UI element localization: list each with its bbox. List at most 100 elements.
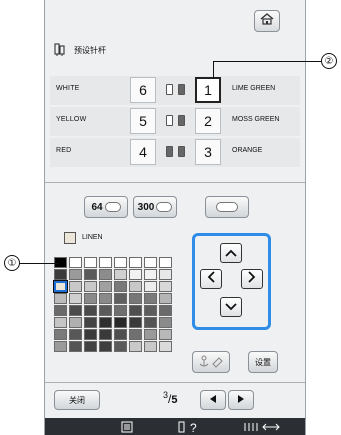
color-cell[interactable]	[69, 329, 82, 340]
color-cell[interactable]	[54, 269, 67, 280]
color-cell[interactable]	[114, 269, 127, 280]
arrow-right-button[interactable]	[241, 269, 263, 289]
divider	[45, 182, 305, 183]
color-cell[interactable]	[129, 317, 142, 328]
color-cell[interactable]	[159, 269, 172, 280]
custom-thread-button[interactable]	[205, 196, 249, 218]
arrow-up-button[interactable]	[220, 243, 242, 263]
color-cell[interactable]	[99, 281, 112, 292]
needle-bar-number[interactable]: 4	[130, 139, 156, 165]
color-cell[interactable]	[84, 305, 97, 316]
current-color-swatch	[64, 232, 76, 244]
color-cell[interactable]	[159, 257, 172, 268]
close-button[interactable]: 关闭	[54, 390, 100, 410]
needle-bar-number[interactable]: 5	[130, 108, 156, 134]
color-cell[interactable]	[114, 281, 127, 292]
color-cell[interactable]	[159, 317, 172, 328]
palette-64-label: 64	[91, 201, 103, 213]
color-cell[interactable]	[144, 293, 157, 304]
color-cell[interactable]	[144, 341, 157, 352]
color-cell[interactable]	[84, 293, 97, 304]
color-cell[interactable]	[159, 305, 172, 316]
next-page-button[interactable]	[228, 390, 254, 410]
help-icon[interactable]: ?	[175, 419, 205, 434]
color-cell[interactable]	[69, 341, 82, 352]
current-color-name: LINEN	[82, 234, 103, 241]
color-cell[interactable]	[129, 341, 142, 352]
needle-bar-number-selected[interactable]: 1	[195, 77, 221, 103]
home-button[interactable]	[254, 10, 280, 32]
color-cell[interactable]	[144, 305, 157, 316]
palette-64-button[interactable]: 64	[84, 196, 128, 218]
color-cell[interactable]	[99, 305, 112, 316]
color-cell[interactable]	[54, 317, 67, 328]
color-cell[interactable]	[144, 281, 157, 292]
color-cell[interactable]	[114, 317, 127, 328]
color-cell[interactable]	[69, 293, 82, 304]
color-cell[interactable]	[129, 281, 142, 292]
color-cell[interactable]	[84, 281, 97, 292]
arrow-left-button[interactable]	[200, 269, 222, 289]
palette-300-label: 300	[137, 201, 155, 213]
needle-bar-row[interactable]: YELLOW 5 2 MOSS GREEN	[50, 107, 300, 136]
color-cell[interactable]	[69, 281, 82, 292]
needle-bar-number[interactable]: 3	[195, 139, 221, 165]
color-cell[interactable]	[159, 329, 172, 340]
color-cell[interactable]	[144, 257, 157, 268]
thread-color-name: ORANGE	[232, 147, 263, 154]
color-cell[interactable]	[54, 305, 67, 316]
color-cell[interactable]	[114, 293, 127, 304]
color-cell[interactable]	[99, 329, 112, 340]
prev-page-button[interactable]	[200, 390, 226, 410]
color-cell-selected[interactable]	[53, 280, 68, 293]
settings-button[interactable]: 设置	[248, 351, 278, 373]
color-cell[interactable]	[54, 329, 67, 340]
chevron-right-icon	[248, 270, 256, 288]
color-cell[interactable]	[144, 317, 157, 328]
color-cell[interactable]	[99, 293, 112, 304]
color-cell[interactable]	[69, 257, 82, 268]
needle-position-icon[interactable]	[241, 419, 285, 434]
divider	[45, 382, 305, 383]
settings-label: 设置	[255, 357, 271, 367]
color-cell[interactable]	[114, 305, 127, 316]
color-cell[interactable]	[99, 341, 112, 352]
color-cell[interactable]	[69, 269, 82, 280]
color-cell[interactable]	[54, 293, 67, 304]
color-cell[interactable]	[69, 305, 82, 316]
triangle-left-icon	[209, 391, 217, 409]
color-cell[interactable]	[69, 317, 82, 328]
color-cell[interactable]	[159, 341, 172, 352]
color-cell[interactable]	[99, 269, 112, 280]
color-cell[interactable]	[129, 257, 142, 268]
color-cell[interactable]	[84, 269, 97, 280]
palette-300-button[interactable]: 300	[133, 196, 177, 218]
color-cell[interactable]	[84, 257, 97, 268]
arrow-down-button[interactable]	[220, 297, 242, 317]
color-cell[interactable]	[129, 329, 142, 340]
thread-assign-button[interactable]	[192, 351, 230, 373]
color-cell[interactable]	[144, 329, 157, 340]
color-cell[interactable]	[129, 305, 142, 316]
color-cell[interactable]	[99, 257, 112, 268]
color-cell[interactable]	[84, 317, 97, 328]
needle-bar-row[interactable]: WHITE 6 1 LIME GREEN	[50, 76, 300, 105]
color-cell[interactable]	[114, 329, 127, 340]
color-cell[interactable]	[84, 341, 97, 352]
color-cell[interactable]	[54, 341, 67, 352]
color-cell[interactable]	[114, 341, 127, 352]
color-cell[interactable]	[129, 293, 142, 304]
color-cell[interactable]	[84, 329, 97, 340]
color-cell[interactable]	[114, 257, 127, 268]
color-cell[interactable]	[99, 317, 112, 328]
chevron-up-icon	[225, 244, 237, 262]
needle-bar-number[interactable]: 2	[195, 108, 221, 134]
spool-full-icon	[178, 84, 185, 95]
needle-bar-number[interactable]: 6	[130, 77, 156, 103]
color-cell[interactable]	[159, 293, 172, 304]
color-cell[interactable]	[144, 269, 157, 280]
color-cell[interactable]	[129, 269, 142, 280]
list-icon[interactable]	[117, 419, 137, 434]
color-cell[interactable]	[159, 281, 172, 292]
needle-bar-row[interactable]: RED 4 3 ORANGE	[50, 138, 300, 167]
